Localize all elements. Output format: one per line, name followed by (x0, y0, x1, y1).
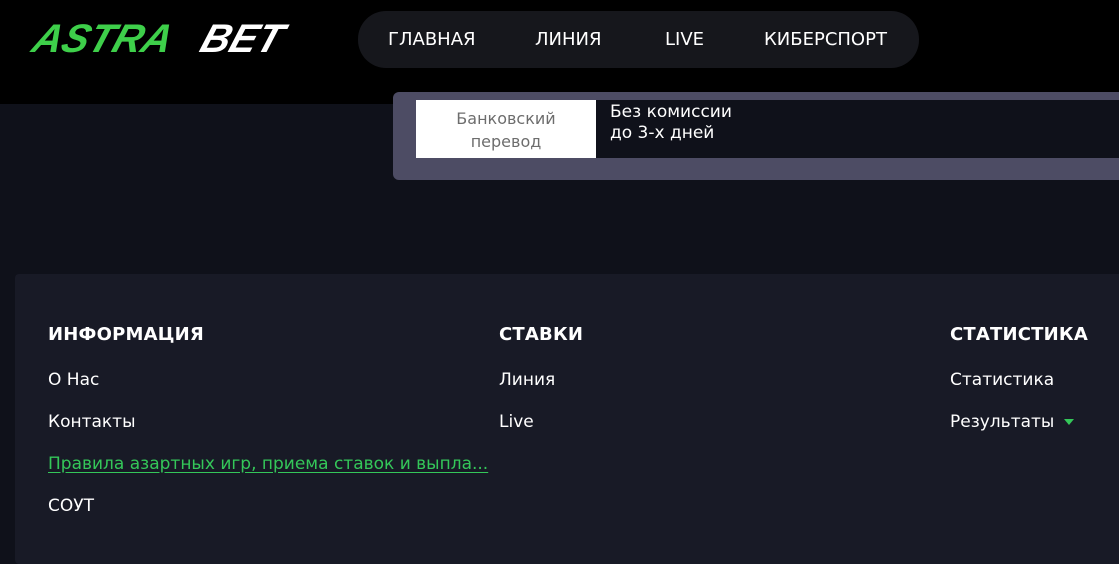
footer-link-line[interactable]: Линия (499, 370, 555, 390)
footer-link-about[interactable]: О Нас (48, 370, 99, 390)
footer-link-results-label: Результаты (950, 412, 1055, 432)
payment-desc-line1: Без комиссии (610, 102, 732, 122)
footer-link-contacts[interactable]: Контакты (48, 412, 136, 432)
site-footer: ИНФОРМАЦИЯ О Нас Контакты Правила азартн… (15, 274, 1119, 564)
footer-link-statistics[interactable]: Статистика (950, 370, 1054, 390)
payment-description: Без комиссии до 3-х дней (610, 102, 910, 144)
nav-item-live[interactable]: LIVE (665, 11, 704, 68)
caret-down-icon (1064, 419, 1075, 425)
main-nav: ГЛАВНАЯ ЛИНИЯ LIVE КИБЕРСПОРТ (358, 11, 919, 68)
nav-item-main[interactable]: ГЛАВНАЯ (388, 11, 476, 68)
footer-link-sout[interactable]: СОУТ (48, 496, 94, 516)
astrabet-logo[interactable]: ASTRA BET (26, 8, 316, 68)
footer-title-info: ИНФОРМАЦИЯ (48, 324, 204, 345)
footer-link-live[interactable]: Live (499, 412, 534, 432)
footer-link-rules[interactable]: Правила азартных игр, приема ставок и вы… (48, 454, 488, 474)
footer-link-results[interactable]: Результаты (950, 412, 1075, 432)
nav-item-esports[interactable]: КИБЕРСПОРТ (764, 11, 887, 68)
logo-left-text: ASTRA (26, 16, 179, 61)
payment-desc-line2: до 3-х дней (610, 123, 715, 143)
site-header: ASTRA BET ГЛАВНАЯ ЛИНИЯ LIVE КИБЕРСПОРТ (0, 0, 1119, 104)
logo-right-text: BET (195, 16, 292, 61)
footer-title-bets: СТАВКИ (499, 324, 584, 345)
nav-item-line[interactable]: ЛИНИЯ (535, 11, 602, 68)
payment-method-text: Банковский перевод (456, 109, 556, 151)
footer-title-stats: СТАТИСТИКА (950, 324, 1088, 345)
payment-method-label: Банковский перевод (416, 100, 596, 158)
